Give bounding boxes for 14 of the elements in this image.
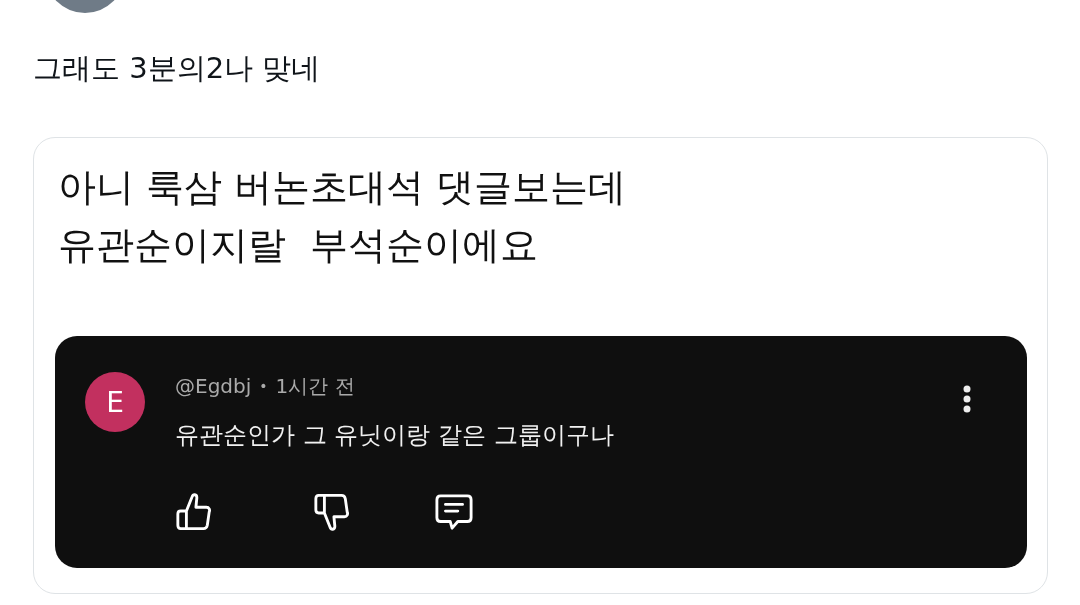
thumbs-down-icon bbox=[313, 492, 351, 532]
more-options-icon[interactable] bbox=[963, 385, 971, 413]
dislike-button[interactable] bbox=[313, 492, 351, 532]
author-name: @Egdbj bbox=[175, 373, 252, 400]
comment-text: 유관순인가 그 유닛이랑 같은 그룹이구나 bbox=[175, 420, 614, 451]
comment-time: 1시간 전 bbox=[275, 373, 355, 400]
post-text: 그래도 3분의2나 맞네 bbox=[33, 50, 321, 86]
separator-dot: • bbox=[259, 377, 268, 396]
comment-icon bbox=[435, 492, 473, 532]
like-button[interactable] bbox=[175, 492, 213, 532]
avatar-initial: E bbox=[85, 372, 145, 432]
reply-button[interactable] bbox=[435, 492, 473, 532]
thumbs-up-icon bbox=[175, 492, 213, 532]
caption-text: 아니 룩삼 버논초대석 댓글보는데 유관순이지랄 부석순이에요 bbox=[58, 164, 627, 269]
